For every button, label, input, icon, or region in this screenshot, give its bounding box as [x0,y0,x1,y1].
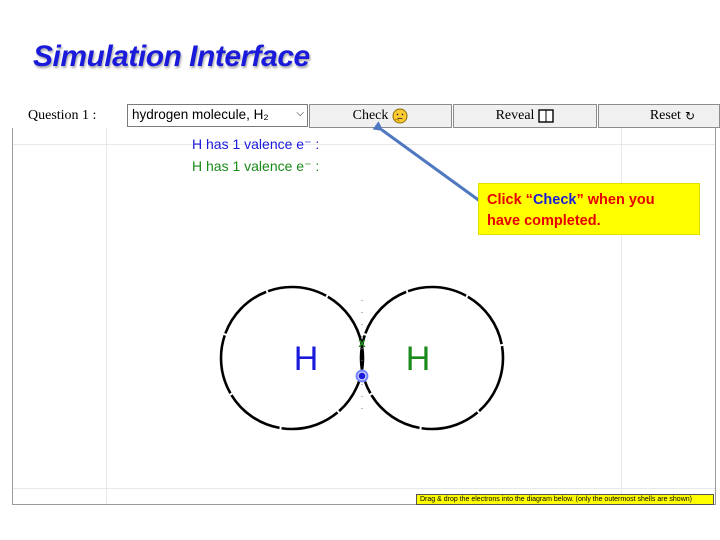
atom-symbol-left: H [294,340,319,378]
drag-drop-hint: Drag & drop the electrons into the diagr… [416,494,714,505]
callout-arrow [372,121,485,206]
callout-text-line2: have completed. [487,213,601,229]
bonding-diagram: H H x [219,121,505,431]
electron-cross[interactable]: x [358,335,366,350]
callout-keyword: Check [532,192,577,208]
shell-left-atom [219,285,365,431]
callout-text-mid: ” when you [576,192,655,208]
check-callout: Click “Check” when you have completed. [478,183,700,235]
atom-symbol-right: H [406,340,431,378]
electron-dot[interactable] [355,369,369,383]
shell-right-atom [359,285,505,431]
callout-text-prefix: Click “ [487,192,533,208]
